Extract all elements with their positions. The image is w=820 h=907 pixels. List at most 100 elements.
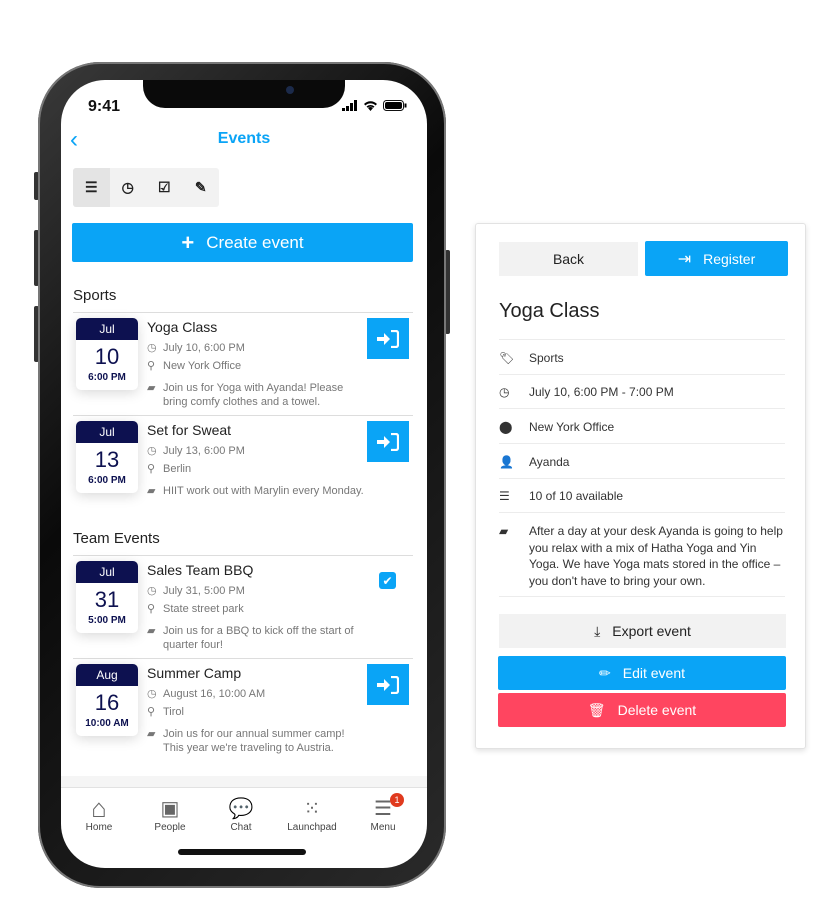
- export-event-button[interactable]: ⤓ Export event: [499, 614, 786, 648]
- clock-icon: ◷: [499, 385, 510, 399]
- event-when: ◷ August 16, 10:00 AM: [147, 687, 367, 701]
- tags-icon: 🏷: [499, 351, 515, 365]
- export-label: Export event: [612, 623, 691, 639]
- comment-icon: ▰: [147, 382, 156, 394]
- delete-label: Delete event: [617, 702, 697, 718]
- back-label: Back: [552, 251, 585, 267]
- description-value: After a day at your desk Ayanda is going…: [529, 524, 783, 588]
- capacity-value: 10 of 10 available: [529, 489, 624, 503]
- my-events-tab[interactable]: ✎: [183, 168, 220, 207]
- event-where: ⚲ New York Office: [147, 359, 367, 373]
- event-row[interactable]: Aug 16 10:00 AM Summer Camp ◷ August 16, …: [73, 659, 413, 769]
- tab-label: People: [154, 822, 186, 833]
- event-description: ▰ HIIT work out with Marylin every Monday…: [147, 484, 367, 498]
- list-icon: ☰: [84, 179, 98, 195]
- clock-icon: ◷: [147, 445, 157, 457]
- event-where: ⚲ State street park: [147, 602, 367, 616]
- event-where-text: State street park: [163, 603, 244, 615]
- date-badge: Aug 16 10:00 AM: [76, 664, 138, 736]
- section-title: Team Events: [73, 530, 160, 547]
- export-icon: ⤓: [594, 622, 601, 639]
- list-view-tab[interactable]: ☰: [73, 168, 110, 207]
- tab-label: Chat: [230, 822, 252, 833]
- clock-icon: ◷: [121, 179, 134, 195]
- event-detail-panel: Back ⇥ Register Yoga Class 🏷 Sports ◷ July …: [475, 223, 806, 749]
- section-title: Sports: [73, 287, 117, 304]
- event-where: ⚲ Berlin: [147, 462, 367, 476]
- date-day: 10: [94, 344, 120, 369]
- sign-in-icon: [377, 329, 399, 348]
- tab-menu[interactable]: ☰ 1 Menu: [348, 793, 418, 833]
- event-title: Yoga Class: [147, 319, 218, 335]
- sign-in-icon: ⇥: [677, 250, 692, 268]
- edit-event-button[interactable]: ✏ Edit event: [498, 656, 786, 690]
- battery-icon: [383, 100, 407, 111]
- tab-chat[interactable]: 💬 Chat: [206, 796, 276, 834]
- comment-icon: ▰: [147, 728, 156, 740]
- sign-in-icon: [377, 675, 399, 694]
- view-filter-segmented-control: ☰ ◷ ☑ ✎: [73, 168, 219, 207]
- date-month: Aug: [76, 664, 138, 686]
- event-row[interactable]: Jul 13 6:00 PM Set for Sweat ◷ July 13, 6…: [73, 416, 413, 516]
- delete-event-button[interactable]: 🗑 Delete event: [498, 693, 786, 727]
- create-event-button[interactable]: + Create event: [72, 223, 413, 262]
- register-button[interactable]: [367, 664, 409, 705]
- check-icon: ✔: [382, 573, 393, 588]
- category-row: 🏷 Sports: [499, 340, 785, 375]
- register-button[interactable]: ⇥ Register: [645, 241, 788, 276]
- tab-label: Home: [85, 822, 113, 833]
- map-marker-icon: ⬤: [499, 420, 513, 434]
- event-title: Set for Sweat: [147, 422, 232, 438]
- edit-label: Edit event: [622, 665, 685, 681]
- registered-tab[interactable]: ☑: [146, 168, 183, 207]
- event-description: ▰ Join us for our annual summer camp! Thi…: [147, 727, 367, 755]
- user-icon: 👤: [499, 455, 514, 469]
- tab-label: Launchpad: [287, 822, 337, 833]
- camera-icon: [286, 86, 294, 94]
- date-time: 5:00 PM: [88, 615, 126, 626]
- datetime-value: July 10, 6:00 PM - 7:00 PM: [529, 385, 674, 399]
- page-title: Events: [217, 130, 271, 147]
- date-day: 16: [94, 690, 120, 715]
- tab-people[interactable]: ▣ People: [135, 796, 205, 834]
- event-description-text: Join us for Yoga with Ayanda! Please bri…: [163, 382, 344, 408]
- home-indicator: [178, 849, 306, 855]
- comment-icon: ▰: [147, 485, 156, 497]
- tabbar-divider: [61, 776, 427, 788]
- map-marker-icon: ⚲: [147, 360, 156, 372]
- event-description-text: Join us for our annual summer camp! This…: [163, 728, 345, 754]
- date-badge: Jul 13 6:00 PM: [76, 421, 138, 493]
- plus-icon: +: [181, 229, 195, 255]
- tab-launchpad[interactable]: ⁙ Launchpad: [277, 796, 347, 834]
- pencil-icon: ✏: [599, 664, 611, 681]
- upcoming-tab[interactable]: ◷: [110, 168, 147, 207]
- event-description: ▰ Join us for a BBQ to kick off the start…: [147, 624, 367, 652]
- back-button[interactable]: Back: [499, 242, 638, 276]
- date-time: 6:00 PM: [88, 475, 126, 486]
- checkbox-icon: ☑: [157, 179, 171, 195]
- datetime-row: ◷ July 10, 6:00 PM - 7:00 PM: [499, 375, 785, 409]
- list-icon: ☰: [499, 489, 510, 503]
- event-row[interactable]: Jul 10 6:00 PM Yoga Class ◷ July 10, 6:00…: [73, 313, 413, 415]
- event-title: Yoga Class: [499, 300, 600, 322]
- create-event-label: Create event: [206, 232, 304, 252]
- chat-icon: 💬: [228, 797, 254, 820]
- event-when-text: August 16, 10:00 AM: [163, 688, 266, 700]
- event-when-text: July 10, 6:00 PM: [163, 342, 245, 354]
- event-when-text: July 13, 6:00 PM: [163, 445, 245, 457]
- map-marker-icon: ⚲: [147, 706, 156, 718]
- event-row[interactable]: Jul 31 5:00 PM Sales Team BBQ ◷ July 31, …: [73, 556, 413, 658]
- date-time: 6:00 PM: [88, 372, 126, 383]
- date-day: 13: [94, 447, 120, 472]
- event-where: ⚲ Tirol: [147, 705, 367, 719]
- edit-square-icon: ✎: [194, 179, 207, 195]
- register-button[interactable]: [367, 421, 409, 462]
- registered-checkbox[interactable]: ✔: [379, 572, 396, 589]
- location-value: New York Office: [529, 420, 615, 434]
- tab-home[interactable]: ⌂ Home: [64, 793, 134, 834]
- host-row: 👤 Ayanda: [499, 444, 785, 479]
- register-button[interactable]: [367, 318, 409, 359]
- notification-badge: 1: [390, 793, 404, 807]
- date-day: 31: [94, 587, 120, 612]
- description-row: ▰ After a day at your desk Ayanda is goin…: [499, 513, 785, 597]
